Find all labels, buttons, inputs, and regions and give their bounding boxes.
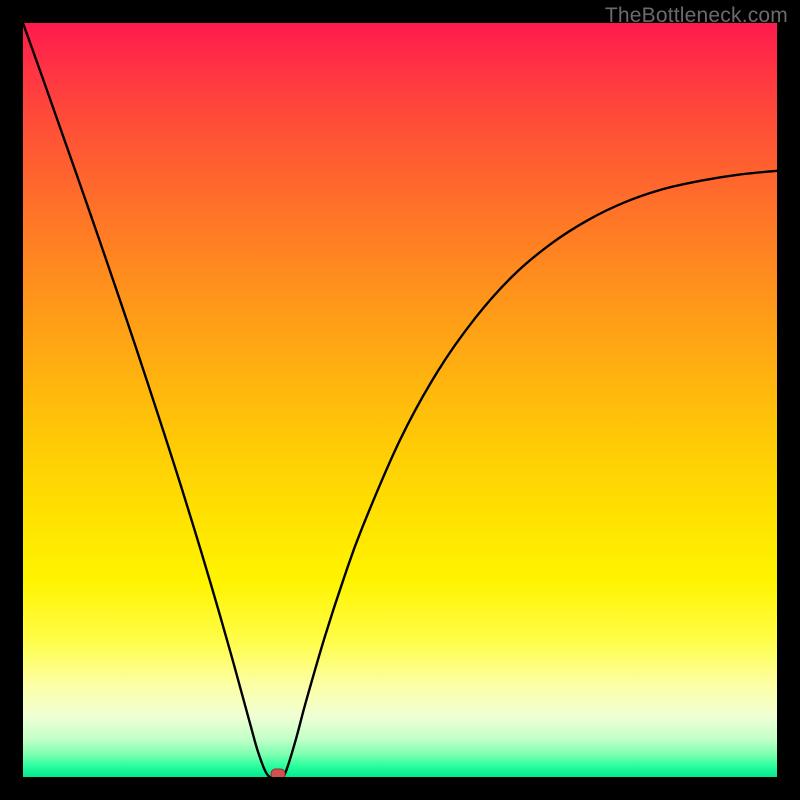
watermark-text: TheBottleneck.com bbox=[605, 4, 788, 28]
plot-area bbox=[23, 23, 777, 777]
optimal-marker bbox=[270, 769, 285, 778]
bottleneck-curve bbox=[23, 23, 777, 777]
chart-frame: TheBottleneck.com bbox=[0, 0, 800, 800]
